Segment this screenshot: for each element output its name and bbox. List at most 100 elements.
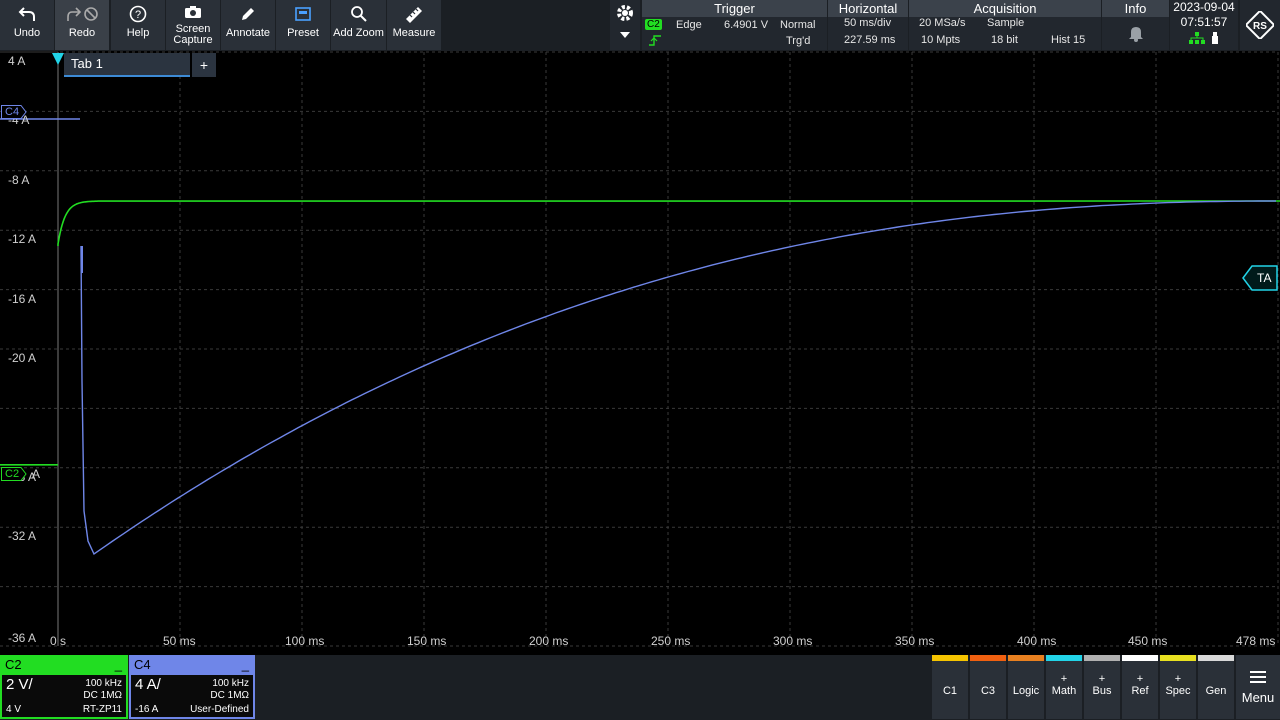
ta-trigger-marker[interactable]: TA	[1242, 265, 1278, 291]
annotate-button[interactable]: Annotate	[221, 0, 275, 50]
horizontal-timebase: 50 ms/div	[844, 17, 892, 29]
measure-label: Measure	[392, 27, 436, 39]
waveform-display[interactable]: Tab 1 + 4 A-4 A-8 A-12 A-16 A-20 A-28 A-…	[0, 51, 1280, 653]
color-strip	[1084, 655, 1120, 661]
trigger-settings-button[interactable]	[610, 0, 640, 50]
trigger-state: Trg'd	[786, 35, 811, 47]
trigger-mode: Normal	[780, 19, 816, 31]
bottom-bar: C2 _ 2 V/ 100 kHz DC 1MΩ 4 V RT-ZP11 C4 …	[0, 655, 1280, 720]
c2-marker-label: C2	[5, 468, 20, 480]
c2-channel-box[interactable]: C2 _ 2 V/ 100 kHz DC 1MΩ 4 V RT-ZP11	[0, 655, 128, 719]
info-panel[interactable]: Info	[1102, 0, 1169, 50]
date-text: 2023-09-04	[1173, 0, 1235, 14]
redo-label: Redo	[68, 27, 96, 39]
hamburger-icon	[1250, 670, 1266, 688]
x-tick-label: 450 ms	[1128, 634, 1168, 648]
button-label: Spec	[1165, 685, 1191, 697]
rising-edge-icon	[648, 34, 662, 49]
add-logic-button[interactable]: Logic	[1008, 655, 1044, 719]
trigger-level: 6.4901 V	[724, 19, 769, 31]
color-strip	[1198, 655, 1234, 661]
add-c3-button[interactable]: C3	[970, 655, 1006, 719]
button-label: C3	[980, 685, 996, 697]
c4-scale: 4 A/	[135, 676, 161, 693]
help-button[interactable]: ? Help	[111, 0, 165, 50]
add-zoom-label: Add Zoom	[333, 27, 384, 39]
undo-icon	[18, 0, 36, 28]
acquisition-panel[interactable]: Acquisition 20 MSa/s Sample 10 Mpts 18 b…	[909, 0, 1101, 50]
svg-text:?: ?	[135, 9, 141, 21]
c4-marker-label: C4	[5, 106, 20, 118]
annotate-label: Annotate	[225, 27, 271, 39]
add-bus-button[interactable]: + Bus	[1084, 655, 1120, 719]
x-tick-label: 400 ms	[1017, 634, 1057, 648]
c4-channel-box[interactable]: C4 _ 4 A/ 100 kHz DC 1MΩ -16 A User-Defi…	[129, 655, 255, 719]
x-tick-label: 478 ms	[1236, 634, 1276, 648]
acquisition-sample-rate: 20 MSa/s	[919, 17, 966, 29]
y-tick-label: -32 A	[8, 529, 37, 544]
c2-minimize-icon[interactable]: _	[115, 655, 122, 675]
y-tick-label: -12 A	[8, 232, 37, 247]
c2-offset-marker[interactable]: C2	[1, 467, 29, 481]
bell-icon	[1128, 24, 1144, 47]
trigger-panel[interactable]: Trigger C2 Edge 6.4901 V Normal Trg'd	[642, 0, 827, 50]
measure-button[interactable]: Measure	[387, 0, 441, 50]
menu-button[interactable]: Menu	[1236, 655, 1280, 719]
add-gen-button[interactable]: Gen	[1198, 655, 1234, 719]
usb-icon	[1211, 32, 1219, 48]
button-plus-label: +	[1136, 673, 1144, 685]
add-tab-button[interactable]: +	[192, 53, 216, 77]
acquisition-resolution: 18 bit	[991, 34, 1018, 46]
tab-1[interactable]: Tab 1	[64, 53, 190, 77]
horizontal-panel[interactable]: Horizontal 50 ms/div 227.59 ms	[828, 0, 908, 50]
acquisition-history: Hist 15	[1051, 34, 1086, 46]
c2-offset: 4 V	[6, 704, 22, 715]
color-strip	[1122, 655, 1158, 661]
c4-coupling: DC 1MΩ	[210, 690, 249, 701]
trigger-header: Trigger	[642, 0, 827, 17]
trigger-source-badge: C2	[645, 19, 662, 30]
date-time-display: 2023-09-04 07:51:57	[1170, 0, 1238, 50]
add-zoom-button[interactable]: Add Zoom	[331, 0, 386, 50]
screen-capture-button[interactable]: Screen Capture	[166, 0, 220, 50]
time-text: 07:51:57	[1180, 15, 1228, 29]
svg-text:RS: RS	[1253, 21, 1267, 32]
acquisition-mode: Sample	[987, 17, 1025, 29]
add-c1-button[interactable]: C1	[932, 655, 968, 719]
help-label: Help	[126, 27, 150, 39]
pencil-icon	[239, 0, 257, 28]
x-tick-label: 0 s	[50, 634, 67, 648]
trigger-position-marker	[52, 53, 64, 65]
acquisition-header: Acquisition	[909, 0, 1101, 17]
y-tick-label: -20 A	[8, 351, 37, 365]
preset-label: Preset	[287, 27, 319, 39]
menu-label: Menu	[1241, 689, 1275, 705]
gear-icon	[616, 0, 634, 26]
c4-probe: User-Defined	[190, 704, 249, 715]
button-label: C1	[942, 685, 958, 697]
add-math-button[interactable]: + Math	[1046, 655, 1082, 719]
preset-button[interactable]: Preset	[276, 0, 330, 50]
color-strip	[970, 655, 1006, 661]
button-label: Gen	[1205, 685, 1227, 697]
top-toolbar: Undo Redo ? Help Screen Capture Annotate…	[0, 0, 1280, 51]
c4-minimize-icon[interactable]: _	[242, 655, 249, 675]
undo-button[interactable]: Undo	[0, 0, 54, 50]
redo-button[interactable]: Redo	[55, 0, 109, 50]
button-label: Logic	[1012, 685, 1040, 697]
button-label: Ref	[1131, 685, 1149, 697]
add-ref-button[interactable]: + Ref	[1122, 655, 1158, 719]
y-tick-label: -36 A	[8, 631, 37, 646]
info-header: Info	[1102, 0, 1169, 17]
button-plus-label: +	[1098, 673, 1106, 685]
y-tick-label: -16 A	[8, 291, 37, 306]
button-label: Bus	[1092, 685, 1112, 697]
add-spec-button[interactable]: + Spec	[1160, 655, 1196, 719]
ta-marker-label: TA	[1257, 271, 1272, 285]
c2-channel-name: C2	[5, 657, 22, 672]
button-plus-label: +	[1174, 673, 1182, 685]
chevron-down-icon	[619, 26, 631, 44]
c4-waveform	[80, 200, 1276, 556]
c4-offset-marker[interactable]: C4	[1, 105, 29, 119]
button-label: Math	[1051, 685, 1077, 697]
